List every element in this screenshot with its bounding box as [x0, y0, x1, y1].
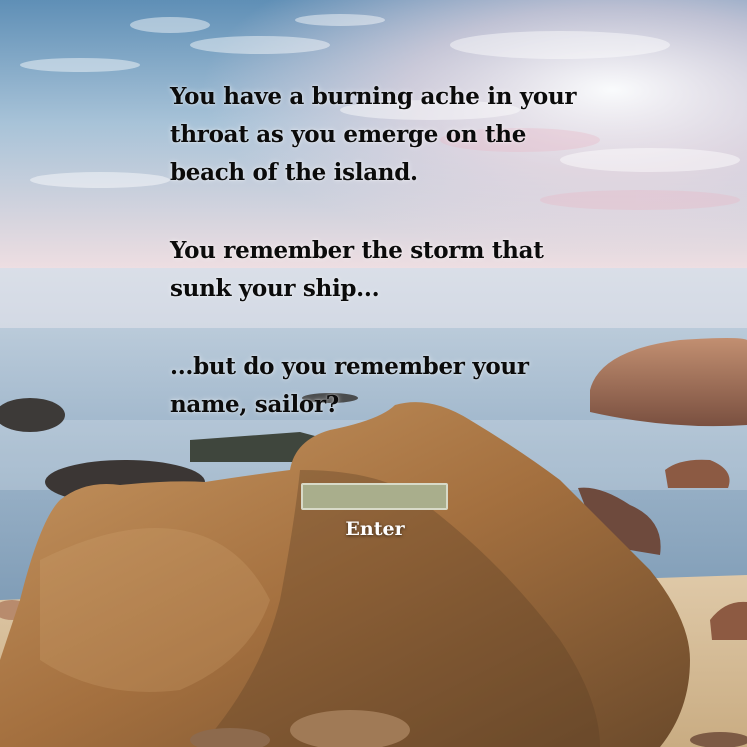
sailor-name-input[interactable] [301, 483, 448, 510]
game-scene: You have a burning ache in your throat a… [0, 0, 747, 747]
enter-button[interactable]: Enter [336, 515, 414, 543]
story-paragraph: You have a burning ache in your throat a… [170, 83, 577, 186]
story-paragraph: You remember the storm that sunk your sh… [170, 237, 544, 302]
story-text: You have a burning ache in your throat a… [170, 78, 600, 464]
story-question: ...but do you remember your name, sailor… [170, 353, 529, 418]
